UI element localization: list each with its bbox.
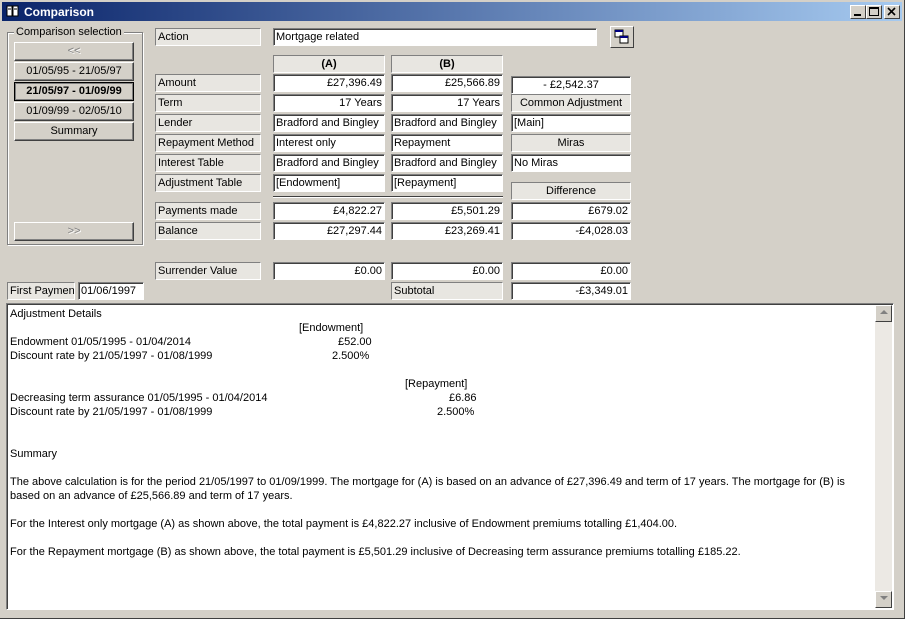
payments-made-difference-field: £679.02 bbox=[511, 202, 631, 220]
term-label: Term bbox=[155, 94, 261, 112]
amount-difference-field: - £2,542.37 bbox=[511, 76, 631, 94]
vertical-scrollbar[interactable] bbox=[875, 305, 892, 608]
arrow-down-icon bbox=[879, 596, 888, 600]
common-adjustment-label: Common Adjustment bbox=[511, 94, 631, 112]
subtotal-field: -£3,349.01 bbox=[511, 282, 631, 300]
miras-field[interactable]: No Miras bbox=[511, 154, 631, 172]
summary-heading: Summary bbox=[10, 448, 58, 460]
details-heading: Adjustment Details bbox=[10, 308, 102, 320]
endowment-line2-value: 2.500% bbox=[332, 350, 370, 362]
book-icon bbox=[6, 5, 20, 18]
summary-paragraph-1: The above calculation is for the period … bbox=[10, 476, 845, 502]
term-b-field[interactable]: 17 Years bbox=[391, 94, 503, 112]
close-button[interactable] bbox=[884, 5, 900, 19]
first-payment-label: First Payment bbox=[7, 282, 75, 300]
lender-label: Lender bbox=[155, 114, 261, 132]
repayment-line1-label: Decreasing term assurance 01/05/1995 - 0… bbox=[10, 392, 268, 404]
arrow-up-icon bbox=[879, 310, 888, 314]
subtotal-label: Subtotal bbox=[391, 282, 503, 300]
surrender-value-label: Surrender Value bbox=[155, 262, 261, 280]
column-a-header: (A) bbox=[273, 55, 385, 73]
lender-b-field[interactable]: Bradford and Bingley bbox=[391, 114, 503, 132]
action-field[interactable]: Mortgage related bbox=[273, 28, 597, 46]
adjustment-table-label: Adjustment Table bbox=[155, 174, 261, 192]
period-button-3[interactable]: 01/09/99 - 02/05/10 bbox=[14, 102, 134, 121]
balance-difference-field: -£4,028.03 bbox=[511, 222, 631, 240]
repayment-method-label: Repayment Method bbox=[155, 134, 261, 152]
adjustment-table-a-field[interactable]: [Endowment] bbox=[273, 174, 385, 192]
common-adjustment-field[interactable]: [Main] bbox=[511, 114, 631, 132]
minimize-icon bbox=[854, 14, 861, 16]
window-title: Comparison bbox=[24, 5, 95, 19]
amount-b-field[interactable]: £25,566.89 bbox=[391, 74, 503, 92]
payments-made-b-field: £5,501.29 bbox=[391, 202, 503, 220]
summary-button[interactable]: Summary bbox=[14, 122, 134, 141]
repayment-line2-value: 2.500% bbox=[437, 406, 475, 418]
close-icon bbox=[887, 7, 896, 16]
adjustment-details-textarea[interactable]: Adjustment Details [Endowment] Endowment… bbox=[6, 303, 894, 610]
repayment-header: [Repayment] bbox=[405, 378, 468, 390]
prev-period-button[interactable]: << bbox=[14, 42, 134, 61]
action-label: Action bbox=[155, 28, 261, 46]
repayment-method-b-field[interactable]: Repayment bbox=[391, 134, 503, 152]
comparison-window: Comparison Comparison selection << 01/05… bbox=[0, 0, 905, 619]
repayment-method-a-field[interactable]: Interest only bbox=[273, 134, 385, 152]
maximize-icon bbox=[869, 7, 879, 16]
interest-table-label: Interest Table bbox=[155, 154, 261, 172]
payments-made-label: Payments made bbox=[155, 202, 261, 220]
summary-paragraph-2: For the Interest only mortgage (A) as sh… bbox=[10, 518, 678, 530]
compare-windows-icon bbox=[614, 29, 629, 44]
interest-table-a-field[interactable]: Bradford and Bingley bbox=[273, 154, 385, 172]
surrender-value-difference-field: £0.00 bbox=[511, 262, 631, 280]
payments-made-a-field: £4,822.27 bbox=[273, 202, 385, 220]
column-b-header: (B) bbox=[391, 55, 503, 73]
endowment-header: [Endowment] bbox=[299, 322, 364, 334]
maximize-button[interactable] bbox=[866, 5, 882, 19]
next-period-button[interactable]: >> bbox=[14, 222, 134, 241]
surrender-value-a-field[interactable]: £0.00 bbox=[273, 262, 385, 280]
first-payment-field[interactable]: 01/06/1997 bbox=[78, 282, 144, 300]
endowment-line1-value: £52.00 bbox=[338, 336, 372, 348]
amount-a-field[interactable]: £27,396.49 bbox=[273, 74, 385, 92]
balance-label: Balance bbox=[155, 222, 261, 240]
repayment-line2-label: Discount rate by 21/05/1997 - 01/08/1999 bbox=[10, 406, 213, 418]
surrender-value-b-field[interactable]: £0.00 bbox=[391, 262, 503, 280]
comparison-selection-title: Comparison selection bbox=[14, 26, 124, 38]
scroll-down-button[interactable] bbox=[875, 591, 892, 608]
balance-a-field: £27,297.44 bbox=[273, 222, 385, 240]
balance-b-field: £23,269.41 bbox=[391, 222, 503, 240]
endowment-line1-label: Endowment 01/05/1995 - 01/04/2014 bbox=[10, 336, 192, 348]
endowment-line2-label: Discount rate by 21/05/1997 - 01/08/1999 bbox=[10, 350, 213, 362]
compare-windows-button[interactable] bbox=[610, 26, 634, 48]
interest-table-b-field[interactable]: Bradford and Bingley bbox=[391, 154, 503, 172]
repayment-line1-value: £6.86 bbox=[449, 392, 477, 404]
period-button-2-selected[interactable]: 21/05/97 - 01/09/99 bbox=[14, 82, 134, 101]
summary-paragraph-3: For the Repayment mortgage (B) as shown … bbox=[10, 546, 741, 558]
adjustment-table-b-field[interactable]: [Repayment] bbox=[391, 174, 503, 192]
difference-header: Difference bbox=[511, 182, 631, 200]
separator-line bbox=[273, 196, 503, 198]
lender-a-field[interactable]: Bradford and Bingley bbox=[273, 114, 385, 132]
scroll-up-button[interactable] bbox=[875, 305, 892, 322]
term-a-field[interactable]: 17 Years bbox=[273, 94, 385, 112]
miras-label: Miras bbox=[511, 134, 631, 152]
title-bar[interactable]: Comparison bbox=[2, 2, 902, 21]
amount-label: Amount bbox=[155, 74, 261, 92]
minimize-button[interactable] bbox=[850, 5, 866, 19]
period-button-1[interactable]: 01/05/95 - 21/05/97 bbox=[14, 62, 134, 81]
